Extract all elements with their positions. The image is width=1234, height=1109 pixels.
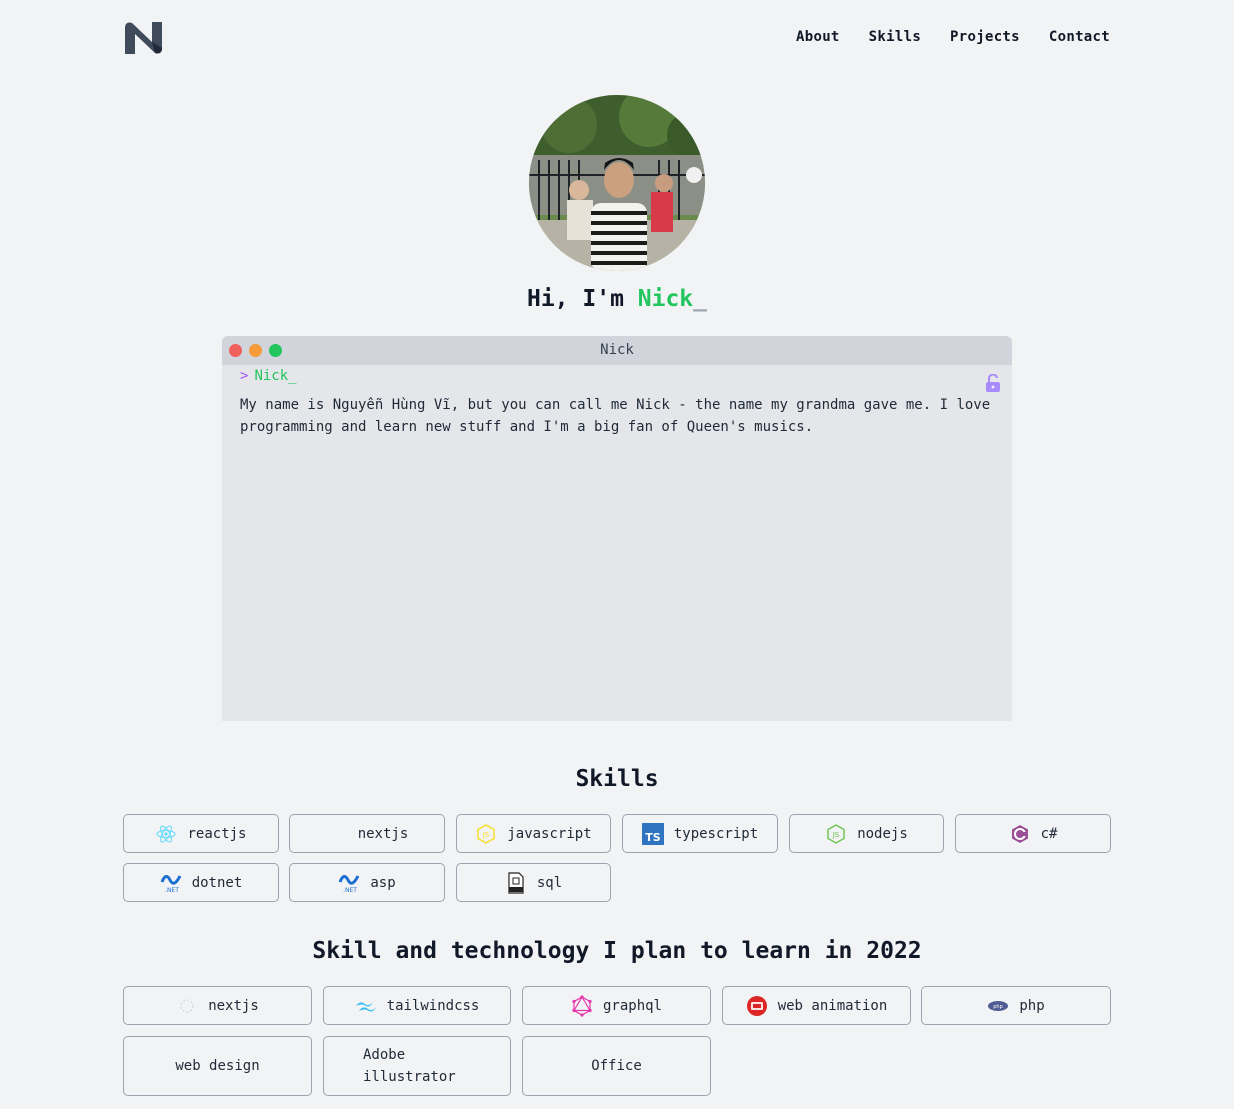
react-icon: [155, 823, 177, 845]
tailwind-icon: [355, 995, 377, 1017]
nav-link-skills[interactable]: Skills: [869, 29, 921, 45]
nav-link-about[interactable]: About: [796, 29, 840, 45]
dotnet-icon: .NET: [160, 872, 182, 894]
learn-chip-web-animation[interactable]: web animation: [722, 986, 911, 1025]
svg-text:JS: JS: [832, 831, 840, 839]
nav-link-projects[interactable]: Projects: [950, 29, 1020, 45]
terminal-bio: My name is Nguyễn Hùng Vĩ, but you can c…: [240, 397, 991, 435]
greeting-cursor: _: [693, 286, 708, 312]
skill-chip-asp[interactable]: .NET asp: [289, 863, 445, 902]
learn-label: graphql: [602, 997, 662, 1014]
skill-label: nextjs: [357, 825, 409, 842]
terminal-prompt: > Nick_: [240, 368, 297, 384]
prompt-text: Nick_: [254, 368, 297, 384]
skill-chip-reactjs[interactable]: reactjs: [123, 814, 279, 853]
learn-label: web design: [175, 1058, 260, 1074]
learn-label: Office: [591, 1058, 642, 1074]
typescript-icon: TS: [641, 822, 664, 845]
skill-chip-csharp[interactable]: c#: [955, 814, 1111, 853]
sql-file-icon: [505, 871, 527, 894]
svg-text:php: php: [994, 1004, 1004, 1010]
learn-chip-nextjs[interactable]: nextjs: [123, 986, 312, 1025]
greeting-prefix: Hi, I'm: [526, 286, 638, 312]
skill-label: c#: [1040, 825, 1058, 842]
nav-link-contact[interactable]: Contact: [1049, 29, 1110, 45]
skills-heading: Skills: [575, 766, 659, 792]
skill-label: reactjs: [187, 825, 247, 842]
skill-label: typescript: [673, 825, 759, 842]
svg-text:.NET: .NET: [343, 887, 357, 894]
n-logo-icon: [125, 22, 162, 54]
skill-label: dotnet: [191, 874, 243, 891]
skill-label: asp: [370, 874, 396, 891]
learn-label: Adobe illustrator: [363, 1047, 456, 1085]
nextjs-icon: [176, 995, 198, 1017]
terminal-title: Nick: [600, 342, 634, 358]
profile-photo: [529, 95, 705, 271]
skill-chip-javascript[interactable]: JS javascript: [456, 814, 611, 853]
javascript-icon: JS: [475, 823, 497, 845]
skill-chip-nextjs[interactable]: nextjs: [289, 814, 445, 853]
skill-label: nodejs: [857, 825, 908, 842]
main-nav: About Skills Projects Contact: [796, 29, 1110, 45]
learn-chip-graphql[interactable]: graphql: [522, 986, 711, 1025]
site-logo[interactable]: [122, 18, 166, 58]
learn-label: nextjs: [208, 997, 259, 1014]
learn-heading: Skill and technology I plan to learn in …: [312, 938, 922, 964]
skill-chip-sql[interactable]: sql: [456, 863, 611, 902]
dotnet-icon: .NET: [338, 872, 360, 894]
learn-chip-adobe-illustrator[interactable]: Adobe illustrator: [323, 1036, 511, 1096]
skill-label: javascript: [507, 825, 592, 842]
greeting-heading: Hi, I'm Nick_: [0, 286, 1234, 312]
prompt-symbol: >: [240, 368, 249, 384]
skill-chip-dotnet[interactable]: .NET dotnet: [123, 863, 279, 902]
svg-text:TS: TS: [645, 831, 661, 844]
learn-label: tailwindcss: [386, 997, 480, 1014]
svg-text:JS: JS: [482, 831, 490, 839]
svg-text:.NET: .NET: [165, 887, 179, 894]
php-icon: php: [987, 995, 1009, 1017]
csharp-icon: [1009, 823, 1031, 845]
greeting-name: Nick: [637, 286, 694, 312]
graphql-icon: [571, 994, 593, 1017]
skill-label: sql: [536, 874, 563, 891]
learn-chip-office[interactable]: Office: [522, 1036, 711, 1096]
unlock-icon[interactable]: [985, 374, 1001, 392]
learn-label: web animation: [777, 997, 888, 1014]
terminal-window: Nick > Nick_ My name is Nguyễn Hùng Vĩ, b…: [222, 336, 1012, 721]
web-animation-icon: [746, 995, 768, 1017]
learn-label: php: [1019, 997, 1045, 1014]
nextjs-icon: [326, 823, 348, 845]
learn-chip-tailwindcss[interactable]: tailwindcss: [323, 986, 511, 1025]
skill-chip-typescript[interactable]: TS typescript: [622, 814, 778, 853]
learn-chip-php[interactable]: php php: [921, 986, 1111, 1025]
learn-chip-web-design[interactable]: web design: [123, 1036, 312, 1096]
terminal-titlebar: Nick: [222, 336, 1012, 365]
skill-chip-nodejs[interactable]: JS nodejs: [789, 814, 944, 853]
nodejs-icon: JS: [825, 823, 847, 845]
